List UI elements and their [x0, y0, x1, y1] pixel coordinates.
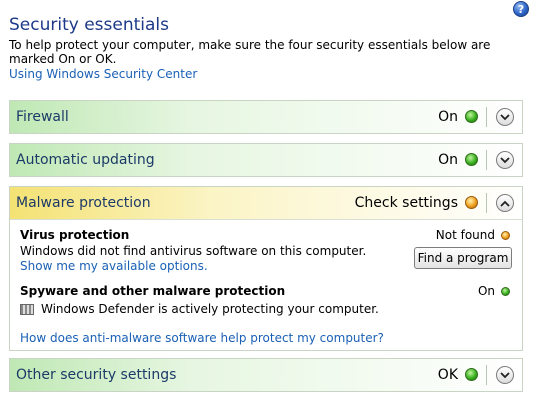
anti-malware-help-link[interactable]: How does anti-malware software help prot…: [20, 331, 384, 345]
firewall-label: Firewall: [16, 109, 69, 125]
virus-protection-title: Virus protection: [20, 228, 130, 242]
chevron-down-icon[interactable]: [496, 108, 514, 126]
updating-label: Automatic updating: [16, 152, 155, 168]
chevron-up-icon[interactable]: [496, 194, 514, 212]
other-settings-label: Other security settings: [16, 367, 177, 383]
malware-label: Malware protection: [16, 195, 151, 211]
status-on-icon: [501, 287, 510, 296]
intro-text: To help protect your computer, make sure…: [9, 38, 491, 66]
malware-header[interactable]: Malware protection Check settings: [10, 187, 522, 219]
firewall-status: On: [438, 109, 458, 125]
status-warning-icon: [501, 231, 510, 240]
firewall-panel: Firewall On: [9, 100, 523, 134]
status-on-icon: [465, 153, 478, 166]
malware-panel: Malware protection Check settings Virus …: [9, 186, 523, 351]
virus-status: Not found: [435, 228, 495, 242]
find-a-program-button[interactable]: Find a program: [414, 247, 512, 269]
windows-defender-icon: [20, 304, 34, 315]
updating-header[interactable]: Automatic updating On: [10, 144, 522, 176]
status-on-icon: [465, 368, 478, 381]
virus-protection-description: Windows did not find antivirus software …: [20, 244, 367, 258]
help-icon[interactable]: ?: [513, 1, 529, 17]
show-options-link[interactable]: Show me my available options.: [20, 259, 208, 273]
chevron-down-icon[interactable]: [496, 151, 514, 169]
other-settings-panel: Other security settings OK: [9, 358, 523, 392]
divider: [486, 365, 487, 385]
divider: [486, 150, 487, 170]
using-security-center-link[interactable]: Using Windows Security Center: [9, 67, 197, 81]
divider: [486, 107, 487, 127]
malware-status: Check settings: [354, 195, 458, 211]
chevron-down-icon[interactable]: [496, 366, 514, 384]
updating-status: On: [438, 152, 458, 168]
divider: [486, 193, 487, 213]
spyware-status: On: [477, 284, 495, 298]
other-settings-header[interactable]: Other security settings OK: [10, 359, 522, 391]
spyware-protection-description: Windows Defender is actively protecting …: [41, 302, 379, 316]
firewall-header[interactable]: Firewall On: [10, 101, 522, 133]
status-warning-icon: [465, 196, 478, 209]
other-settings-status: OK: [437, 367, 458, 383]
updating-panel: Automatic updating On: [9, 143, 523, 177]
status-on-icon: [465, 110, 478, 123]
spyware-protection-title: Spyware and other malware protection: [20, 284, 286, 298]
malware-details: Virus protection Windows did not find an…: [10, 219, 522, 350]
page-title: Security essentials: [9, 15, 170, 35]
